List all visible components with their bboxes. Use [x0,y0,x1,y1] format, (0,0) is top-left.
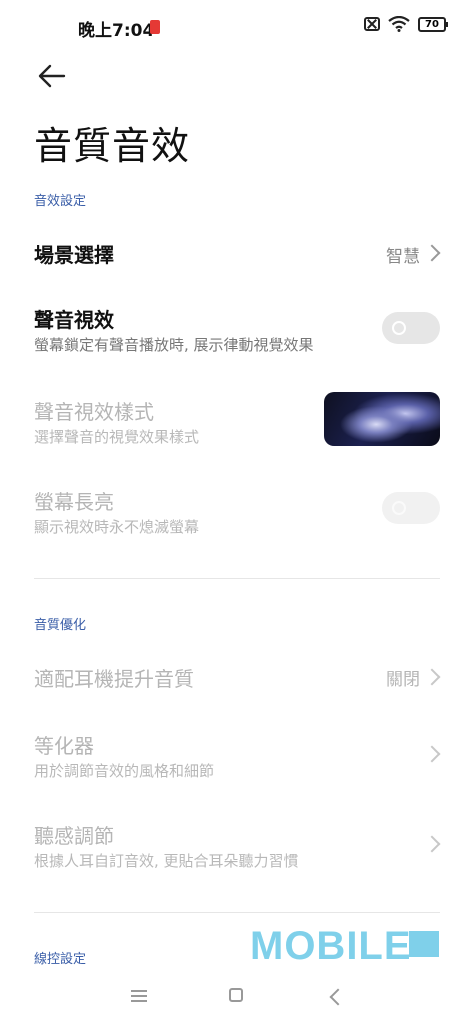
divider [34,912,440,913]
scene-select-label: 場景選擇 [34,243,114,267]
headphone-adapt-value: 關閉 [386,670,420,690]
sound-visual-desc: 螢幕鎖定有聲音播放時, 展示律動視覺效果 [34,336,314,354]
headphone-adapt-row[interactable]: 適配耳機提升音質 關閉 [0,648,472,704]
no-sim-icon [364,17,380,31]
sound-visual-style-row[interactable]: 聲音視效樣式 選擇聲音的視覺效果樣式 [0,388,472,458]
sound-visual-style-desc: 選擇聲音的視覺效果樣式 [34,428,200,446]
hearing-adjust-desc: 根據人耳自訂音效, 更貼合耳朵聽力習慣 [34,852,299,870]
sound-visual-row[interactable]: 聲音視效 螢幕鎖定有聲音播放時, 展示律動視覺效果 [0,296,472,366]
status-icons: 70 [364,16,448,32]
divider [34,578,440,579]
hearing-adjust-row[interactable]: 聽感調節 根據人耳自訂音效, 更貼合耳朵聽力習慣 [0,812,472,882]
section-label-effects: 音效設定 [34,194,87,209]
section-label-quality: 音質優化 [34,618,87,633]
status-bar: 晚上7:04 70 [0,0,472,54]
chevron-right-icon [423,835,441,853]
toggle-knob [392,321,406,335]
back-arrow-icon[interactable] [34,58,70,94]
sound-visual-style-label: 聲音視效樣式 [34,400,154,424]
toggle-knob [392,501,406,515]
wifi-icon [388,16,410,32]
chevron-right-icon [423,745,441,763]
nav-back-icon[interactable] [329,988,347,1006]
headphone-adapt-label: 適配耳機提升音質 [34,667,194,691]
screen-always-on-desc: 顯示視效時永不熄滅螢幕 [34,518,200,536]
notification-icon [150,20,160,34]
scene-select-value: 智慧 [386,247,420,267]
hearing-adjust-label: 聽感調節 [34,824,114,848]
screen-always-on-label: 螢幕長亮 [34,490,114,514]
menu-icon[interactable] [131,990,147,1002]
screen-always-on-row[interactable]: 螢幕長亮 顯示視效時永不熄滅螢幕 [0,480,472,550]
page-title: 音質音效 [34,124,191,168]
scene-select-row[interactable]: 場景選擇 智慧 [0,222,472,282]
home-icon[interactable] [229,988,243,1002]
sound-visual-toggle[interactable] [382,312,440,344]
equalizer-label: 等化器 [34,734,94,758]
section-label-wire: 線控設定 [34,952,87,967]
chevron-right-icon [423,668,441,686]
chevron-right-icon [423,244,441,262]
screen-always-on-toggle[interactable] [382,492,440,524]
visual-style-preview-image [324,392,440,446]
watermark-logo: MOBILE [250,924,412,968]
equalizer-desc: 用於調節音效的風格和細節 [34,762,215,780]
status-time: 晚上7:04 [78,21,155,41]
equalizer-row[interactable]: 等化器 用於調節音效的風格和細節 [0,722,472,792]
battery-icon: 70 [418,16,448,32]
system-nav-bar [0,966,472,1024]
watermark-flag-icon [409,931,439,957]
sound-visual-label: 聲音視效 [34,308,114,332]
